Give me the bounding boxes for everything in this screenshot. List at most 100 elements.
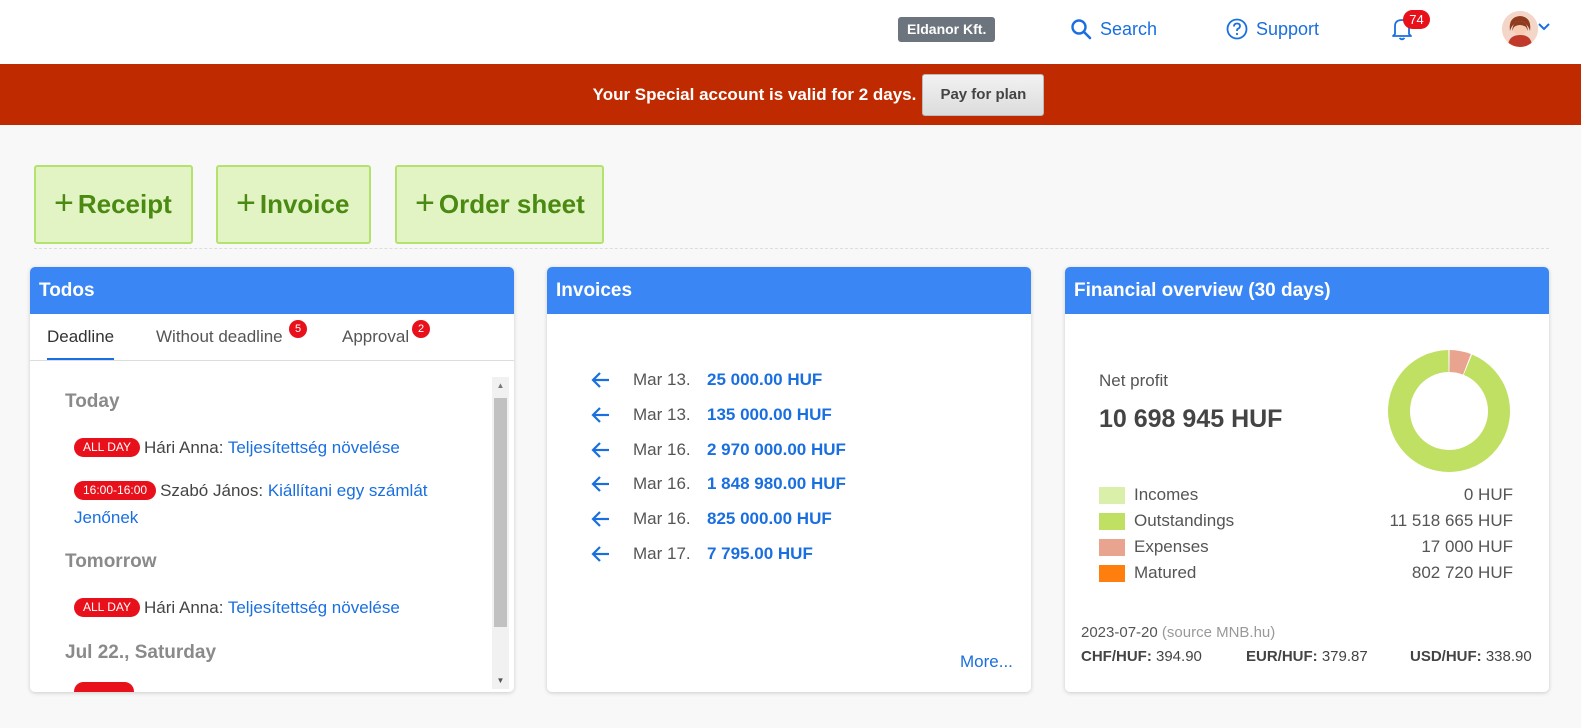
search-label: Search	[1100, 18, 1158, 39]
new-order-sheet-button[interactable]: + Order sheet	[395, 165, 604, 244]
rate-pair: EUR/HUF:	[1246, 648, 1318, 665]
invoice-row[interactable]: Mar 16. 825 000.00 HUF	[591, 507, 832, 531]
invoice-amount[interactable]: 135 000.00 HUF	[707, 405, 832, 425]
support-link[interactable]: Support	[1226, 16, 1319, 42]
todo-person: Hári Anna:	[144, 438, 224, 457]
financial-title: Financial overview (30 days)	[1065, 267, 1549, 314]
invoice-row[interactable]: Mar 17. 7 795.00 HUF	[591, 542, 813, 566]
legend-value: 11 518 665 HUF	[1389, 511, 1513, 530]
todo-scrollbar[interactable]: ▲ ▼	[492, 377, 509, 689]
legend-row: Expenses 17 000 HUF	[1099, 535, 1513, 559]
todo-task-link[interactable]: Teljesítettség növelése	[228, 598, 400, 617]
new-receipt-label: Receipt	[77, 189, 172, 219]
rates-source: (source MNB.hu)	[1161, 624, 1276, 641]
tab-count-badge: 5	[289, 320, 307, 338]
todos-title: Todos	[30, 267, 514, 314]
todo-day-heading: Today	[65, 391, 120, 412]
invoice-date: Mar 16.	[633, 474, 691, 493]
rate-value: 379.87	[1321, 648, 1368, 665]
exchange-rate-usd: USD/HUF: 338.90	[1410, 648, 1532, 665]
new-receipt-button[interactable]: + Receipt	[34, 165, 193, 244]
rate-value: 394.90	[1156, 648, 1202, 665]
invoice-row[interactable]: Mar 13. 25 000.00 HUF	[591, 368, 822, 392]
plus-icon: +	[236, 183, 256, 222]
financial-overview-card: Financial overview (30 days) Net profit …	[1065, 267, 1549, 692]
notification-count-badge: 74	[1403, 10, 1430, 29]
top-bar: Eldanor Kft. Search Support 74	[0, 0, 1581, 64]
invoices-card: Invoices Mar 13. 25 000.00 HUF Mar 13. 1…	[547, 267, 1031, 692]
time-pill	[74, 682, 134, 692]
tab-deadline[interactable]: Deadline	[47, 314, 115, 360]
legend-swatch	[1099, 512, 1125, 530]
more-invoices-link[interactable]: More...	[960, 652, 1013, 672]
time-pill: 16:00-16:00	[74, 481, 157, 500]
legend-value: 0 HUF	[1463, 485, 1513, 504]
company-badge[interactable]: Eldanor Kft.	[898, 17, 996, 42]
tab-label: Approval	[342, 327, 410, 346]
todo-item	[74, 682, 474, 692]
rate-pair: USD/HUF:	[1410, 648, 1482, 665]
arrow-left-icon	[591, 442, 609, 458]
legend-name: Matured	[1134, 563, 1197, 582]
financial-donut-chart	[1388, 350, 1510, 472]
invoice-date: Mar 13.	[633, 405, 691, 424]
legend-name: Outstandings	[1134, 511, 1235, 530]
new-invoice-label: Invoice	[259, 189, 350, 219]
invoice-amount[interactable]: 1 848 980.00 HUF	[707, 474, 846, 494]
time-pill: ALL DAY	[74, 598, 141, 617]
legend-swatch	[1099, 486, 1125, 504]
chevron-down-icon[interactable]	[1538, 22, 1550, 32]
plus-icon: +	[54, 183, 74, 222]
tab-approval[interactable]: Approval 2	[342, 314, 430, 361]
invoice-amount[interactable]: 825 000.00 HUF	[707, 509, 832, 529]
plus-icon: +	[415, 183, 435, 222]
todos-tabs: Deadline Without deadline 5 Approval 2	[30, 314, 514, 361]
search-link[interactable]: Search	[1070, 16, 1157, 42]
tab-label: Deadline	[47, 327, 115, 346]
exchange-rate-eur: EUR/HUF: 379.87	[1246, 648, 1368, 665]
legend-swatch	[1099, 564, 1125, 582]
new-invoice-button[interactable]: + Invoice	[216, 165, 371, 244]
invoice-row[interactable]: Mar 16. 2 970 000.00 HUF	[591, 438, 846, 462]
todo-task-link[interactable]: Teljesítettség növelése	[228, 438, 400, 457]
legend-value: 17 000 HUF	[1421, 537, 1513, 556]
invoice-amount[interactable]: 25 000.00 HUF	[707, 370, 822, 390]
donut-segment-outstandings	[1388, 350, 1510, 472]
net-profit-label: Net profit	[1099, 371, 1168, 390]
todos-card: Todos Deadline Without deadline 5 Approv…	[30, 267, 514, 692]
scroll-thumb[interactable]	[494, 398, 507, 627]
rate-pair: CHF/HUF:	[1081, 648, 1152, 665]
legend-value: 802 720 HUF	[1411, 563, 1513, 582]
invoices-title: Invoices	[547, 267, 1031, 314]
invoice-date: Mar 17.	[633, 544, 691, 563]
scroll-up-arrow-icon[interactable]: ▲	[492, 377, 509, 394]
legend-row: Matured 802 720 HUF	[1099, 561, 1513, 585]
arrow-left-icon	[591, 372, 609, 388]
invoice-row[interactable]: Mar 16. 1 848 980.00 HUF	[591, 472, 846, 496]
todo-day-heading: Jul 22., Saturday	[65, 642, 217, 663]
exchange-rate-chf: CHF/HUF: 394.90	[1081, 648, 1202, 665]
rates-date: 2023-07-20	[1081, 624, 1158, 641]
arrow-left-icon	[591, 476, 609, 492]
avatar[interactable]	[1502, 11, 1538, 47]
tab-without-deadline[interactable]: Without deadline 5	[156, 314, 307, 361]
user-avatar-icon	[1502, 11, 1538, 47]
tab-label: Without deadline	[156, 327, 283, 346]
search-icon	[1071, 19, 1092, 40]
invoice-amount[interactable]: 7 795.00 HUF	[707, 544, 813, 564]
legend-name: Incomes	[1134, 485, 1199, 504]
invoice-amount[interactable]: 2 970 000.00 HUF	[707, 440, 846, 460]
legend-name: Expenses	[1134, 537, 1209, 556]
invoice-row[interactable]: Mar 13. 135 000.00 HUF	[591, 403, 832, 427]
arrow-left-icon	[591, 511, 609, 527]
legend-swatch	[1099, 538, 1125, 556]
pay-for-plan-button[interactable]: Pay for plan	[922, 73, 1045, 116]
arrow-left-icon	[591, 546, 609, 562]
new-order-sheet-label: Order sheet	[438, 189, 585, 219]
scroll-down-arrow-icon[interactable]: ▼	[492, 672, 509, 689]
todo-day-heading: Tomorrow	[65, 551, 157, 572]
todo-list: Today ALL DAY Hári Anna: Teljesítettség n…	[30, 361, 492, 692]
account-banner: Your Special account is valid for 2 days…	[0, 64, 1581, 125]
net-profit-value: 10 698 945 HUF	[1099, 405, 1283, 433]
tab-count-badge: 2	[412, 320, 430, 338]
